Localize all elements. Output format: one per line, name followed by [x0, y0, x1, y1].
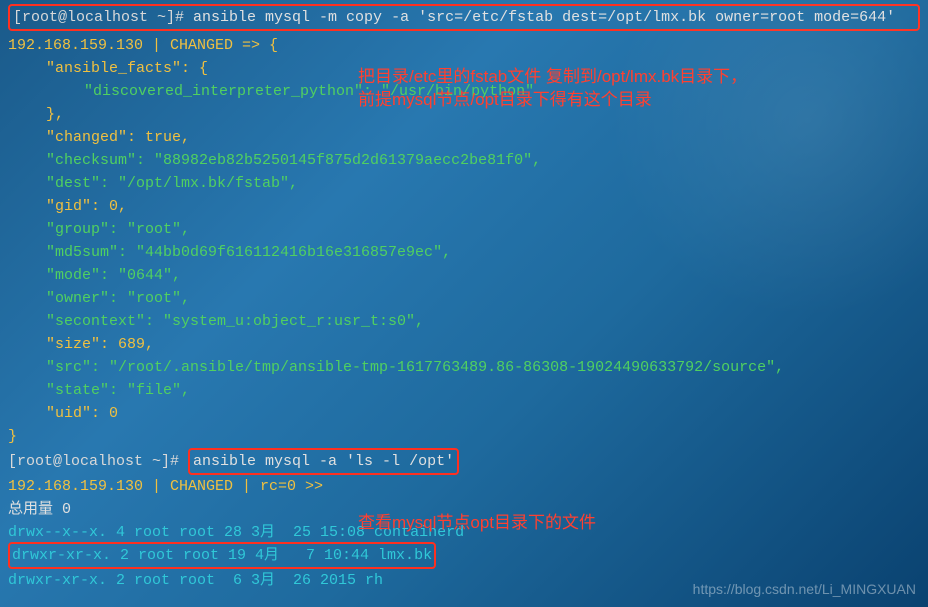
output-md5sum: "md5sum": "44bb0d69f616112416b16e316857e…	[8, 241, 920, 264]
output-src: "src": "/root/.ansible/tmp/ansible-tmp-1…	[8, 356, 920, 379]
command-2-text: ansible mysql -a 'ls -l /opt'	[193, 453, 454, 470]
annotation-3: 查看mysql节点opt目录下的文件	[358, 508, 596, 533]
output-uid: "uid": 0	[8, 402, 920, 425]
output-close-brace-2: }	[8, 425, 920, 448]
watermark: https://blog.csdn.net/Li_MINGXUAN	[693, 581, 916, 597]
shell-prompt-1: [root@localhost ~]#	[13, 9, 193, 26]
output-size: "size": 689,	[8, 333, 920, 356]
output-changed: "changed": true,	[8, 126, 920, 149]
shell-prompt-2: [root@localhost ~]#	[8, 453, 188, 470]
annotation-1: 把目录/etc里的fstab文件 复制到/opt/lmx.bk目录下，	[358, 62, 747, 87]
ls-row-lmxbk: drwxr-xr-x. 2 root root 19 4月 7 10:44 lm…	[12, 547, 432, 564]
output-owner: "owner": "root",	[8, 287, 920, 310]
output-checksum: "checksum": "88982eb82b5250145f875d2d613…	[8, 149, 920, 172]
output-host-line-2: 192.168.159.130 | CHANGED | rc=0 >>	[8, 475, 920, 498]
ls-row-lmxbk-wrapper: drwxr-xr-x. 2 root root 19 4月 7 10:44 lm…	[8, 544, 920, 569]
output-host-line-1: 192.168.159.130 | CHANGED => {	[8, 34, 920, 57]
output-gid: "gid": 0,	[8, 195, 920, 218]
annotation-2: 前提mysql节点/opt目录下得有这个目录	[358, 85, 652, 110]
command-1-highlight: [root@localhost ~]# ansible mysql -m cop…	[8, 4, 920, 31]
output-dest: "dest": "/opt/lmx.bk/fstab",	[8, 172, 920, 195]
command-line-1[interactable]: [root@localhost ~]# ansible mysql -m cop…	[13, 6, 915, 29]
output-mode: "mode": "0644",	[8, 264, 920, 287]
ls-row-lmxbk-highlight: drwxr-xr-x. 2 root root 19 4月 7 10:44 lm…	[8, 542, 436, 569]
output-group: "group": "root",	[8, 218, 920, 241]
output-state: "state": "file",	[8, 379, 920, 402]
output-secontext: "secontext": "system_u:object_r:usr_t:s0…	[8, 310, 920, 333]
command-1-text: ansible mysql -m copy -a 'src=/etc/fstab…	[193, 9, 895, 26]
command-line-2[interactable]: [root@localhost ~]# ansible mysql -a 'ls…	[8, 448, 920, 475]
command-2-highlight: ansible mysql -a 'ls -l /opt'	[188, 448, 459, 475]
